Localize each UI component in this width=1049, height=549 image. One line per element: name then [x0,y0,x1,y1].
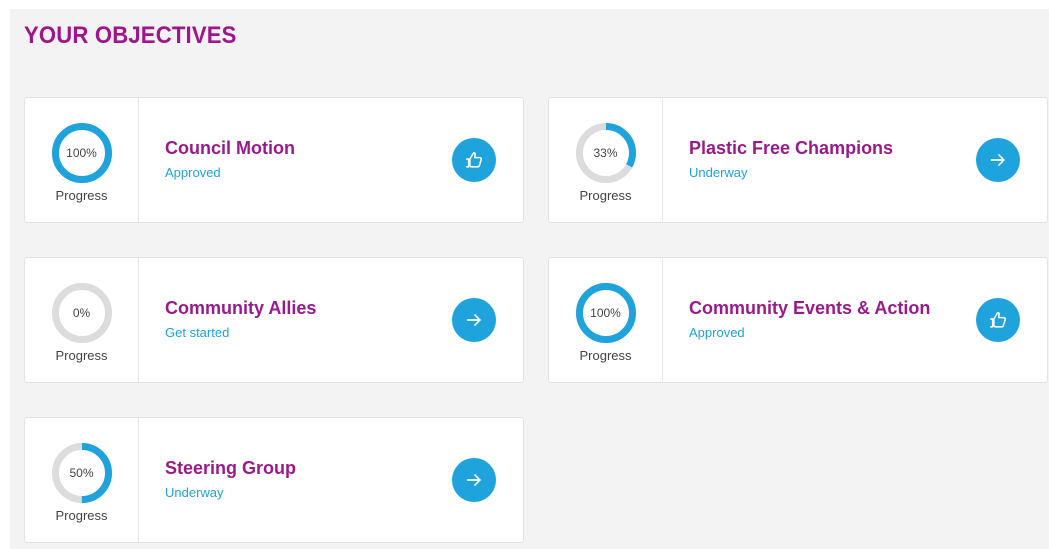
objective-title[interactable]: Plastic Free Champions [689,136,957,160]
objective-info: Community Events & Action Approved [663,258,957,382]
action-section [433,418,523,542]
objective-card-community-events-action[interactable]: 100% Progress Community Events & Action … [548,257,1048,383]
objective-title[interactable]: Council Motion [165,136,433,160]
progress-percent: 0% [72,306,91,320]
progress-label: Progress [579,348,632,363]
objective-status: Get started [165,325,230,340]
progress-label: Progress [55,348,108,363]
objective-status: Approved [165,165,221,180]
progress-ring: 100% [575,282,637,344]
arrow-right-icon [466,314,481,326]
objective-title[interactable]: Community Events & Action [689,296,957,320]
progress-ring: 33% [575,122,637,184]
progress-label: Progress [55,188,108,203]
objective-info: Plastic Free Champions Underway [663,98,957,222]
objective-info: Steering Group Underway [139,418,433,542]
objective-status: Underway [689,165,748,180]
objective-info: Community Allies Get started [139,258,433,382]
objective-card-council-motion[interactable]: 100% Progress Council Motion Approved [24,97,524,223]
progress-section: 0% Progress [25,258,139,382]
progress-ring: 0% [51,282,113,344]
objective-status: Underway [165,485,224,500]
objective-action-button[interactable] [452,458,496,502]
progress-ring: 50% [51,442,113,504]
objective-action-button[interactable] [452,298,496,342]
thumbs-up-icon [466,151,483,168]
arrow-right-icon [466,474,481,486]
action-section [957,98,1047,222]
objectives-grid: 100% Progress Council Motion Approved 33… [24,97,1048,543]
progress-label: Progress [55,508,108,523]
progress-section: 33% Progress [549,98,663,222]
objective-title[interactable]: Steering Group [165,456,433,480]
thumbs-up-icon [990,311,1007,328]
objective-title[interactable]: Community Allies [165,296,433,320]
page-title: YOUR OBJECTIVES [24,22,237,49]
progress-section: 100% Progress [25,98,139,222]
progress-percent: 100% [66,146,97,160]
action-section [433,98,523,222]
progress-percent: 33% [593,146,618,160]
objective-info: Council Motion Approved [139,98,433,222]
objective-action-button[interactable] [452,138,496,182]
progress-label: Progress [579,188,632,203]
progress-ring: 100% [51,122,113,184]
progress-section: 50% Progress [25,418,139,542]
objective-card-community-allies[interactable]: 0% Progress Community Allies Get started [24,257,524,383]
progress-percent: 100% [590,306,621,320]
objective-status: Approved [689,325,745,340]
objective-action-button[interactable] [976,138,1020,182]
objective-card-steering-group[interactable]: 50% Progress Steering Group Underway [24,417,524,543]
objective-action-button[interactable] [976,298,1020,342]
progress-percent: 50% [69,466,94,480]
objective-card-plastic-free-champions[interactable]: 33% Progress Plastic Free Champions Unde… [548,97,1048,223]
arrow-right-icon [990,154,1005,166]
action-section [957,258,1047,382]
progress-section: 100% Progress [549,258,663,382]
action-section [433,258,523,382]
